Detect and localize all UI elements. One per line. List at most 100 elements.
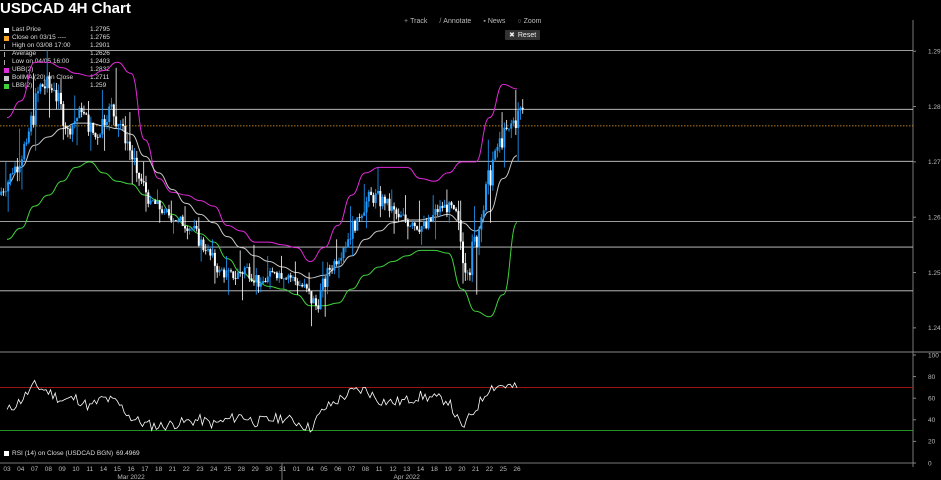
candle-body: [489, 170, 492, 186]
candle-body: [298, 284, 301, 286]
rsi-tick-label: 60: [928, 396, 936, 403]
candle-body: [39, 84, 42, 92]
candle-body: [197, 228, 200, 246]
candle-body: [402, 214, 405, 216]
candle-body: [59, 92, 62, 105]
rsi-panel: [0, 379, 913, 433]
candle-body: [487, 170, 490, 185]
candle-body: [517, 110, 520, 129]
candle-body: [82, 112, 85, 114]
candle-body: [124, 125, 127, 144]
candle-body: [413, 222, 416, 227]
upper-band-line: [6, 61, 518, 262]
candle-body: [409, 225, 412, 227]
date-tick-label: 08: [362, 466, 370, 473]
candle-body: [496, 146, 499, 151]
date-tick-label: 11: [86, 466, 93, 473]
candle-body: [57, 92, 60, 102]
candle-body: [99, 134, 102, 138]
candle-body: [209, 249, 212, 256]
candle-body: [37, 91, 40, 94]
date-tick-label: 14: [417, 466, 425, 473]
candle-body: [340, 258, 343, 261]
candle-body: [239, 272, 242, 274]
candle-body: [133, 157, 136, 160]
candle-body: [186, 228, 189, 231]
candle-body: [9, 173, 12, 182]
candle-body: [11, 172, 14, 174]
date-tick-label: 22: [183, 466, 191, 473]
candle-body: [27, 131, 30, 143]
date-tick-label: 15: [114, 466, 122, 473]
candle-body: [115, 116, 118, 127]
candle-body: [255, 275, 258, 283]
candle-body: [344, 247, 347, 248]
candle-body: [105, 122, 108, 126]
candle-body: [69, 128, 72, 135]
candle-body: [179, 216, 182, 220]
lower-band-line: [6, 161, 518, 318]
candle-body: [395, 209, 398, 214]
candle-body: [381, 196, 384, 207]
candle-body: [324, 278, 327, 288]
candle-body: [459, 220, 462, 242]
candle-body: [443, 204, 446, 208]
candle-body: [452, 205, 455, 209]
candle-body: [425, 222, 428, 229]
candle-body: [257, 275, 260, 287]
candle-body: [480, 217, 483, 230]
candle-body: [455, 208, 458, 211]
candle-body: [184, 225, 187, 229]
rsi-tick-label: 0: [928, 460, 932, 467]
candle-body: [289, 275, 292, 278]
candle-body: [354, 220, 357, 231]
candle-body: [89, 122, 92, 132]
candle-body: [436, 209, 439, 213]
candle-body: [439, 206, 442, 213]
candle-body: [135, 157, 138, 173]
candle-body: [207, 249, 210, 251]
candle-body: [266, 276, 269, 283]
candle-body: [216, 265, 219, 273]
candle-body: [448, 202, 451, 213]
candle-body: [128, 141, 131, 151]
candle-body: [294, 276, 297, 282]
candle-body: [326, 267, 329, 288]
candle-body: [312, 298, 315, 304]
date-tick-label: 06: [334, 466, 342, 473]
candle-body: [177, 219, 180, 221]
candle-body: [156, 200, 159, 204]
candle-body: [521, 107, 524, 110]
candle-body: [131, 150, 134, 160]
rsi-tick-label: 40: [928, 417, 936, 424]
candle-body: [227, 270, 230, 272]
candle-body: [126, 141, 129, 144]
candle-body: [2, 191, 5, 193]
date-tick-label: 31: [279, 466, 287, 473]
candle-body: [399, 215, 402, 218]
price-chart[interactable]: 1.29 1.28 1.27 1.26 1.25 1.24 100 80 60 40 20 0 03 04…: [0, 0, 941, 480]
candle-body: [434, 209, 437, 216]
date-tick-label: 13: [403, 466, 411, 473]
candle-body: [46, 76, 49, 89]
candle-body: [50, 88, 53, 91]
candle-body: [484, 184, 487, 211]
price-tick-label: 1.29: [928, 49, 941, 56]
candle-body: [374, 193, 377, 203]
candle-body: [363, 212, 366, 216]
candle-body: [287, 275, 290, 280]
candle-body: [204, 250, 207, 251]
candle-body: [397, 213, 400, 218]
candle-body: [41, 84, 44, 87]
candle-body: [418, 229, 421, 232]
candle-body: [170, 215, 173, 221]
candle-body: [236, 272, 239, 279]
candle-body: [211, 252, 214, 256]
candle-body: [241, 273, 244, 275]
candle-body: [510, 123, 513, 129]
date-tick-label: 26: [513, 466, 521, 473]
candle-body: [321, 278, 324, 290]
candle-body: [386, 198, 389, 204]
date-tick-label: 24: [210, 466, 218, 473]
candle-body: [388, 198, 391, 211]
